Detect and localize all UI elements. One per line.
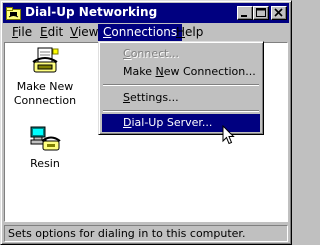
- close-button[interactable]: [271, 6, 287, 20]
- mouse-pointer-icon: [222, 125, 235, 145]
- menu-separator: [103, 84, 259, 86]
- menu-item-connect[interactable]: Connect...: [102, 45, 260, 63]
- item-label: Make New Connection: [13, 80, 77, 107]
- make-new-connection-item[interactable]: Make New Connection: [12, 46, 78, 108]
- menu-help[interactable]: Help: [171, 24, 208, 41]
- maximize-button[interactable]: [253, 6, 269, 20]
- connections-dropdown-menu: Connect... Make New Connection... Settin…: [98, 41, 264, 135]
- maximize-icon: [256, 8, 266, 17]
- menu-edit[interactable]: Edit: [35, 24, 68, 41]
- menu-separator: [103, 110, 259, 112]
- menu-file[interactable]: File: [7, 24, 37, 41]
- menu-item-settings[interactable]: Settings...: [102, 89, 260, 107]
- menu-bar: File Edit View Connections Help: [3, 23, 289, 42]
- minimize-button[interactable]: [237, 6, 253, 20]
- item-label: Resin: [30, 157, 60, 170]
- menu-item-dialup-server[interactable]: Dial-Up Server...: [102, 114, 260, 132]
- close-icon: [274, 8, 283, 17]
- menu-connections[interactable]: Connections: [98, 24, 183, 41]
- resin-connection-item[interactable]: Resin: [12, 123, 78, 171]
- status-bar: Sets options for dialing in to this comp…: [4, 225, 288, 242]
- dialup-networking-window: Dial-Up Networking File Edit View Connec…: [0, 0, 292, 245]
- title-bar[interactable]: Dial-Up Networking: [3, 3, 289, 23]
- menu-item-make-new-connection[interactable]: Make New Connection...: [102, 63, 260, 81]
- connection-phone-computer-icon: [30, 126, 61, 151]
- make-new-connection-icon: [32, 47, 59, 73]
- minimize-icon: [241, 15, 247, 17]
- dialup-networking-icon: [6, 7, 21, 20]
- window-title: Dial-Up Networking: [25, 5, 158, 19]
